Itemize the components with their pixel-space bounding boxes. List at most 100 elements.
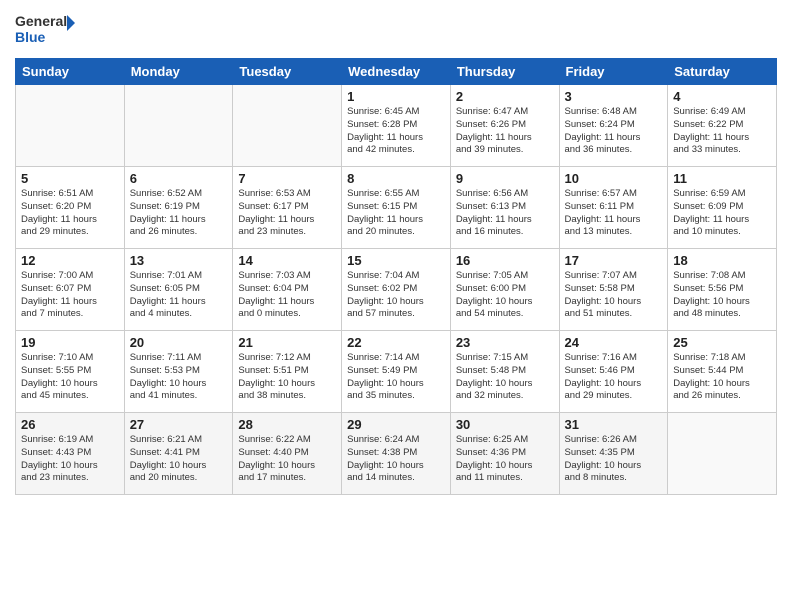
day-number: 19 (21, 335, 119, 350)
day-number: 21 (238, 335, 336, 350)
day-info: Sunrise: 7:03 AMSunset: 6:04 PMDaylight:… (238, 270, 336, 321)
calendar-cell: 31 Sunrise: 6:26 AMSunset: 4:35 PMDayligh… (559, 413, 668, 495)
day-info: Sunrise: 7:05 AMSunset: 6:00 PMDaylight:… (456, 270, 554, 321)
day-info: Sunrise: 6:51 AMSunset: 6:20 PMDaylight:… (21, 188, 119, 239)
day-info: Sunrise: 7:07 AMSunset: 5:58 PMDaylight:… (565, 270, 663, 321)
page-header: General Blue (15, 10, 777, 50)
day-number: 10 (565, 171, 663, 186)
day-number: 12 (21, 253, 119, 268)
calendar-cell: 21 Sunrise: 7:12 AMSunset: 5:51 PMDayligh… (233, 331, 342, 413)
calendar-cell: 6Sunrise: 6:52 AMSunset: 6:19 PMDaylight… (124, 167, 233, 249)
svg-text:General: General (15, 13, 67, 29)
day-info: Sunrise: 7:12 AMSunset: 5:51 PMDaylight:… (238, 352, 336, 403)
day-info: Sunrise: 7:00 AMSunset: 6:07 PMDaylight:… (21, 270, 119, 321)
calendar-cell (124, 85, 233, 167)
day-number: 2 (456, 89, 554, 104)
calendar-cell: 5 Sunrise: 6:51 AMSunset: 6:20 PMDaylight… (16, 167, 125, 249)
calendar-cell (16, 85, 125, 167)
day-info: Sunrise: 6:24 AMSunset: 4:38 PMDaylight:… (347, 434, 445, 485)
logo-svg: General Blue (15, 10, 75, 50)
day-info: Sunrise: 6:47 AMSunset: 6:26 PMDaylight:… (456, 106, 554, 157)
day-info: Sunrise: 7:18 AMSunset: 5:44 PMDaylight:… (673, 352, 771, 403)
calendar-cell: 15 Sunrise: 7:04 AMSunset: 6:02 PMDayligh… (342, 249, 451, 331)
day-info: Sunrise: 6:21 AMSunset: 4:41 PMDaylight:… (130, 434, 228, 485)
calendar-cell: 4 Sunrise: 6:49 AMSunset: 6:22 PMDaylight… (668, 85, 777, 167)
day-info: Sunrise: 6:59 AMSunset: 6:09 PMDaylight:… (673, 188, 771, 239)
day-number: 7 (238, 171, 336, 186)
weekday-header-friday: Friday (559, 59, 668, 85)
weekday-header-monday: Monday (124, 59, 233, 85)
day-info: Sunrise: 6:45 AMSunset: 6:28 PMDaylight:… (347, 106, 445, 157)
calendar-cell: 25 Sunrise: 7:18 AMSunset: 5:44 PMDayligh… (668, 331, 777, 413)
weekday-header-tuesday: Tuesday (233, 59, 342, 85)
weekday-header-row: SundayMondayTuesdayWednesdayThursdayFrid… (16, 59, 777, 85)
day-number: 28 (238, 417, 336, 432)
day-number: 5 (21, 171, 119, 186)
day-info: Sunrise: 6:25 AMSunset: 4:36 PMDaylight:… (456, 434, 554, 485)
calendar-cell (233, 85, 342, 167)
calendar-cell: 8 Sunrise: 6:55 AMSunset: 6:15 PMDaylight… (342, 167, 451, 249)
day-number: 16 (456, 253, 554, 268)
weekday-header-sunday: Sunday (16, 59, 125, 85)
calendar-cell: 10 Sunrise: 6:57 AMSunset: 6:11 PMDayligh… (559, 167, 668, 249)
calendar-table: SundayMondayTuesdayWednesdayThursdayFrid… (15, 58, 777, 495)
day-number: 18 (673, 253, 771, 268)
day-number: 25 (673, 335, 771, 350)
calendar-week-row: 12 Sunrise: 7:00 AMSunset: 6:07 PMDayligh… (16, 249, 777, 331)
calendar-week-row: 1Sunrise: 6:45 AMSunset: 6:28 PMDaylight… (16, 85, 777, 167)
day-info: Sunrise: 7:11 AMSunset: 5:53 PMDaylight:… (130, 352, 228, 403)
calendar-cell: 22 Sunrise: 7:14 AMSunset: 5:49 PMDayligh… (342, 331, 451, 413)
logo: General Blue (15, 10, 75, 50)
calendar-cell: 30 Sunrise: 6:25 AMSunset: 4:36 PMDayligh… (450, 413, 559, 495)
calendar-cell: 17Sunrise: 7:07 AMSunset: 5:58 PMDayligh… (559, 249, 668, 331)
day-number: 29 (347, 417, 445, 432)
calendar-cell: 11 Sunrise: 6:59 AMSunset: 6:09 PMDayligh… (668, 167, 777, 249)
day-number: 14 (238, 253, 336, 268)
day-number: 15 (347, 253, 445, 268)
calendar-cell: 1Sunrise: 6:45 AMSunset: 6:28 PMDaylight… (342, 85, 451, 167)
day-info: Sunrise: 7:08 AMSunset: 5:56 PMDaylight:… (673, 270, 771, 321)
calendar-cell: 23 Sunrise: 7:15 AMSunset: 5:48 PMDayligh… (450, 331, 559, 413)
svg-text:Blue: Blue (15, 29, 46, 45)
day-info: Sunrise: 6:56 AMSunset: 6:13 PMDaylight:… (456, 188, 554, 239)
calendar-cell (668, 413, 777, 495)
day-number: 20 (130, 335, 228, 350)
day-number: 11 (673, 171, 771, 186)
day-info: Sunrise: 6:49 AMSunset: 6:22 PMDaylight:… (673, 106, 771, 157)
calendar-cell: 7 Sunrise: 6:53 AMSunset: 6:17 PMDaylight… (233, 167, 342, 249)
calendar-cell: 14 Sunrise: 7:03 AMSunset: 6:04 PMDayligh… (233, 249, 342, 331)
calendar-week-row: 26 Sunrise: 6:19 AMSunset: 4:43 PMDayligh… (16, 413, 777, 495)
day-number: 23 (456, 335, 554, 350)
weekday-header-wednesday: Wednesday (342, 59, 451, 85)
calendar-cell: 3 Sunrise: 6:48 AMSunset: 6:24 PMDaylight… (559, 85, 668, 167)
day-number: 8 (347, 171, 445, 186)
calendar-cell: 2 Sunrise: 6:47 AMSunset: 6:26 PMDaylight… (450, 85, 559, 167)
day-number: 30 (456, 417, 554, 432)
day-info: Sunrise: 7:01 AMSunset: 6:05 PMDaylight:… (130, 270, 228, 321)
day-info: Sunrise: 7:14 AMSunset: 5:49 PMDaylight:… (347, 352, 445, 403)
calendar-week-row: 19 Sunrise: 7:10 AMSunset: 5:55 PMDayligh… (16, 331, 777, 413)
calendar-cell: 13Sunrise: 7:01 AMSunset: 6:05 PMDayligh… (124, 249, 233, 331)
day-number: 31 (565, 417, 663, 432)
day-info: Sunrise: 6:57 AMSunset: 6:11 PMDaylight:… (565, 188, 663, 239)
day-number: 3 (565, 89, 663, 104)
day-info: Sunrise: 6:26 AMSunset: 4:35 PMDaylight:… (565, 434, 663, 485)
calendar-cell: 29 Sunrise: 6:24 AMSunset: 4:38 PMDayligh… (342, 413, 451, 495)
day-number: 22 (347, 335, 445, 350)
day-info: Sunrise: 6:53 AMSunset: 6:17 PMDaylight:… (238, 188, 336, 239)
weekday-header-saturday: Saturday (668, 59, 777, 85)
calendar-cell: 9Sunrise: 6:56 AMSunset: 6:13 PMDaylight… (450, 167, 559, 249)
day-number: 6 (130, 171, 228, 186)
calendar-cell: 28Sunrise: 6:22 AMSunset: 4:40 PMDayligh… (233, 413, 342, 495)
day-info: Sunrise: 7:04 AMSunset: 6:02 PMDaylight:… (347, 270, 445, 321)
day-info: Sunrise: 6:55 AMSunset: 6:15 PMDaylight:… (347, 188, 445, 239)
day-info: Sunrise: 7:10 AMSunset: 5:55 PMDaylight:… (21, 352, 119, 403)
day-info: Sunrise: 6:19 AMSunset: 4:43 PMDaylight:… (21, 434, 119, 485)
day-info: Sunrise: 7:16 AMSunset: 5:46 PMDaylight:… (565, 352, 663, 403)
day-number: 4 (673, 89, 771, 104)
day-number: 26 (21, 417, 119, 432)
day-info: Sunrise: 6:48 AMSunset: 6:24 PMDaylight:… (565, 106, 663, 157)
calendar-cell: 19 Sunrise: 7:10 AMSunset: 5:55 PMDayligh… (16, 331, 125, 413)
day-number: 24 (565, 335, 663, 350)
day-info: Sunrise: 7:15 AMSunset: 5:48 PMDaylight:… (456, 352, 554, 403)
